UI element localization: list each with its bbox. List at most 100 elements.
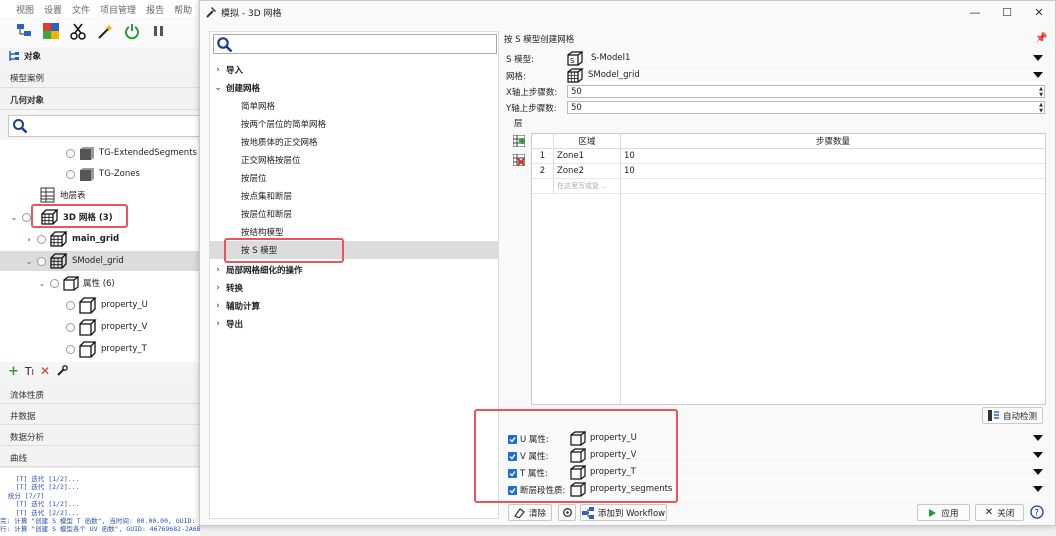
menu-item[interactable]: 视图	[16, 3, 34, 17]
visibility-radio[interactable]	[22, 212, 31, 222]
cell-steps[interactable]: 10	[621, 164, 1045, 179]
x-steps-input[interactable]: 50 ▲ ▼	[567, 85, 1045, 98]
menu-item[interactable]: 报告	[146, 3, 164, 17]
op-category-create-grid[interactable]: ⌄ 创建网格	[210, 79, 498, 97]
op-category-local-refine[interactable]: › 局部网格细化的操作	[210, 261, 498, 279]
add-icon[interactable]: +	[8, 364, 19, 379]
tree-item-smodel-grid[interactable]: ⌄ SModel_grid	[0, 251, 200, 271]
tree-item-tg-extended[interactable]: TG-ExtendedSegments	[66, 143, 197, 163]
refresh-button[interactable]	[558, 504, 576, 521]
menu-item[interactable]: 项目管理	[100, 3, 136, 17]
scissors-icon[interactable]	[67, 20, 89, 42]
tree-item-main-grid[interactable]: › main_grid	[25, 229, 119, 249]
chevron-right-icon[interactable]: ›	[25, 235, 33, 244]
op-by-geo-body[interactable]: 按地质体的正交网格	[210, 133, 498, 151]
visibility-radio[interactable]	[37, 234, 46, 244]
section-model-cases[interactable]: 模型案例	[0, 66, 200, 88]
clear-button[interactable]: 清除	[508, 504, 552, 521]
section-data-analysis[interactable]: 数据分析	[0, 425, 200, 446]
tree-item-tg-zones[interactable]: TG-Zones	[66, 164, 140, 184]
tree-item-3d-grid[interactable]: ⌄ 3D 网格 (3)	[10, 207, 113, 227]
menu-item[interactable]: 设置	[44, 3, 62, 17]
auto-detect-button[interactable]: 自动检测	[982, 407, 1043, 424]
section-well-data[interactable]: 井数据	[0, 404, 200, 425]
op-by-horizon[interactable]: 按层位	[210, 169, 498, 187]
menu-item[interactable]: 帮助	[174, 3, 192, 17]
new-row-input[interactable]: 在这里写或复...	[554, 179, 621, 194]
operations-search-input[interactable]	[236, 36, 486, 52]
cell-steps[interactable]	[621, 179, 1045, 194]
u-property-select[interactable]: property_U	[570, 430, 1045, 446]
op-category-import[interactable]: › 导入	[210, 61, 498, 79]
op-category-convert[interactable]: › 转换	[210, 279, 498, 297]
section-geometry-objects[interactable]: 几何对象	[0, 88, 200, 110]
visibility-radio[interactable]	[37, 256, 46, 266]
op-by-structure[interactable]: 按结构模型	[210, 223, 498, 241]
apply-button[interactable]: 应用	[917, 504, 970, 521]
help-icon[interactable]: ?	[1030, 505, 1044, 519]
cell-zone[interactable]: Zone2	[554, 164, 621, 179]
add-row-icon[interactable]	[513, 135, 525, 147]
surface-icon	[79, 167, 95, 182]
op-category-export[interactable]: › 导出	[210, 315, 498, 333]
chevron-down-icon[interactable]: ⌄	[25, 257, 33, 266]
section-curves[interactable]: 曲线	[0, 446, 200, 467]
col-header-zone[interactable]: 区域	[554, 134, 621, 149]
visibility-radio[interactable]	[50, 278, 59, 288]
text-icon[interactable]: TI	[25, 365, 34, 378]
power-icon[interactable]	[121, 20, 143, 42]
op-by-horizon-faults[interactable]: 按层位和断层	[210, 205, 498, 223]
delete-row-icon[interactable]	[513, 154, 525, 166]
tree-item-layer-table[interactable]: 地层表	[40, 185, 86, 205]
puzzle-icon[interactable]	[40, 20, 62, 42]
t-property-checkbox[interactable]	[508, 468, 517, 478]
wrench-icon[interactable]	[56, 365, 68, 377]
delete-icon[interactable]: ✕	[40, 364, 50, 378]
section-fluid-properties[interactable]: 流体性质	[0, 383, 200, 404]
op-by-s-model[interactable]: 按 S 模型	[210, 241, 498, 259]
fault-property-select[interactable]: property_segments	[570, 481, 1045, 497]
visibility-radio[interactable]	[66, 322, 75, 332]
tree-item-properties[interactable]: ⌄ 属性 (6)	[38, 273, 115, 293]
magic-wand-icon[interactable]	[94, 20, 116, 42]
maximize-button[interactable]: ☐	[991, 1, 1023, 23]
cell-zone[interactable]: Zone1	[554, 149, 621, 164]
op-simple-grid[interactable]: 简单网格	[210, 97, 498, 115]
close-window-button[interactable]: ✕	[1023, 1, 1055, 23]
spinner-arrows-icon[interactable]: ▲ ▼	[1039, 86, 1043, 98]
v-property-checkbox[interactable]	[508, 451, 517, 461]
visibility-radio[interactable]	[66, 169, 75, 179]
visibility-radio[interactable]	[66, 148, 75, 158]
pin-icon[interactable]: 📌	[1035, 33, 1047, 44]
spinner-arrows-icon[interactable]: ▲ ▼	[1039, 102, 1043, 114]
visibility-radio[interactable]	[66, 300, 75, 310]
u-property-checkbox[interactable]	[508, 434, 517, 444]
add-to-workflow-button[interactable]: 添加到 Workflow	[580, 504, 667, 521]
tree-item-property-t[interactable]: property_T	[66, 339, 147, 359]
operations-search-box[interactable]	[213, 34, 497, 54]
chevron-down-icon[interactable]: ⌄	[38, 279, 46, 288]
minimize-button[interactable]: —	[959, 1, 991, 23]
visibility-radio[interactable]	[66, 344, 75, 354]
tree-item-property-v[interactable]: property_V	[66, 317, 147, 337]
op-by-points-faults[interactable]: 按点集和断层	[210, 187, 498, 205]
pause-icon[interactable]	[148, 20, 170, 42]
close-button[interactable]: ✕ 关闭	[975, 504, 1024, 521]
objects-search-input[interactable]	[32, 118, 192, 134]
t-property-select[interactable]: property_T	[570, 464, 1045, 480]
tree-item-property-u[interactable]: property_U	[66, 295, 148, 315]
chevron-down-icon[interactable]: ⌄	[10, 213, 18, 222]
objects-search-box[interactable]	[8, 115, 200, 137]
op-ortho-by-horizon[interactable]: 正交网格按层位	[210, 151, 498, 169]
menu-item[interactable]: 文件	[72, 3, 90, 17]
hierarchy-icon[interactable]	[13, 20, 35, 42]
grid-select[interactable]: SModel_grid	[567, 67, 1045, 83]
s-model-select[interactable]: S S-Model1	[567, 50, 1045, 66]
v-property-select[interactable]: property_V	[570, 447, 1045, 463]
op-category-aux-calc[interactable]: › 辅助计算	[210, 297, 498, 315]
op-by-two-levels[interactable]: 按两个层位的简单网格	[210, 115, 498, 133]
fault-property-checkbox[interactable]	[508, 485, 517, 495]
col-header-steps[interactable]: 步骤数量	[621, 134, 1045, 149]
cell-steps[interactable]: 10	[621, 149, 1045, 164]
y-steps-input[interactable]: 50 ▲ ▼	[567, 101, 1045, 114]
